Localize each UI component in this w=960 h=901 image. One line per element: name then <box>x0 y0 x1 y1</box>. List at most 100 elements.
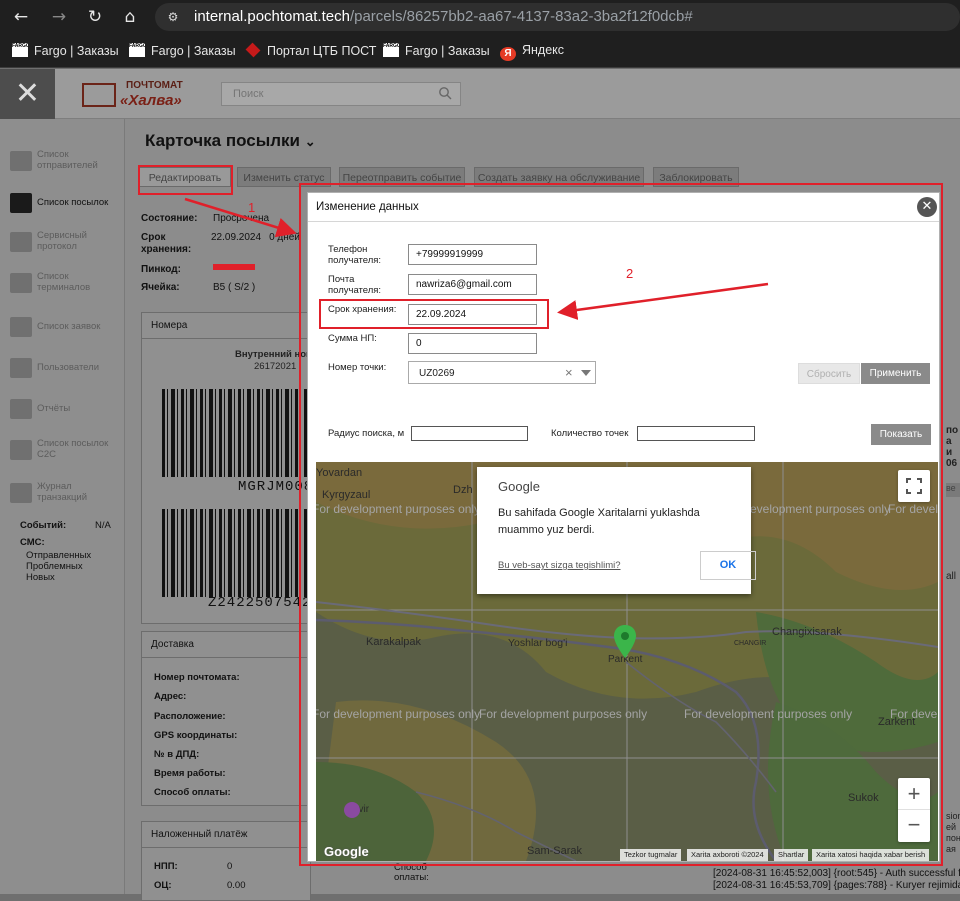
barcode-2 <box>162 509 307 597</box>
storage-row: Срок хранения:22.09.2024 0 дней <box>141 232 300 255</box>
sidebar-item-transactions[interactable]: Журнал транзакций <box>0 475 125 513</box>
logo-box-icon <box>82 83 116 107</box>
page-title[interactable]: Карточка посылки ⌄ <box>145 131 316 151</box>
phone-field[interactable] <box>408 244 537 265</box>
cod-amount-field[interactable] <box>408 333 537 354</box>
address-bar[interactable]: ⚙ internal.pochtomat.tech/parcels/86257b… <box>155 3 960 31</box>
points-count-label: Количество точек <box>551 428 629 439</box>
sms-sent[interactable]: Отправленных <box>26 550 91 561</box>
right-column-all: all <box>946 571 957 582</box>
sidebar-item-requests[interactable]: Список заявок <box>0 309 125 347</box>
search-input[interactable] <box>222 83 422 105</box>
truck-icon <box>10 151 32 171</box>
place-label: Karakalpak <box>366 636 422 648</box>
cube-icon <box>245 42 261 58</box>
bookmark-portal[interactable]: Портал ЦТБ ПОСТ <box>245 42 376 58</box>
fargo-icon: FARGO <box>383 43 399 57</box>
keyboard-shortcuts-link[interactable]: Tezkor tugmalar <box>620 849 682 861</box>
close-icon[interactable]: ✕ <box>917 197 937 217</box>
pin-redacted <box>213 264 255 270</box>
cell-row: Ячейка: B5 ( S/2 ) <box>141 282 256 293</box>
cod-npp-row: НПП: 0 <box>154 861 233 872</box>
sms-problem[interactable]: Проблемных <box>26 561 83 572</box>
log-line-2: [2024-08-31 16:45:53,709] {pages:788} - … <box>713 880 960 891</box>
change-status-button[interactable]: Изменить статус <box>237 167 331 187</box>
point-number-label: Номер точки: <box>328 362 387 373</box>
google-logo: Google <box>324 844 369 859</box>
storage-date-field[interactable] <box>408 304 537 325</box>
google-dialog-title: Google <box>498 479 540 494</box>
right-column-button[interactable]: ве <box>946 483 960 497</box>
place-label: Yovardan <box>316 467 363 479</box>
radius-label: Радиус поиска, м <box>328 428 405 439</box>
pin-row: Пинкод: <box>141 264 255 275</box>
email-field[interactable] <box>408 274 537 295</box>
ok-button[interactable]: OK <box>700 551 756 580</box>
back-icon[interactable]: ← <box>8 4 34 30</box>
map-pin-icon[interactable] <box>613 624 637 660</box>
bookmark-yandex[interactable]: Я Яндекс <box>500 43 564 61</box>
internal-number-value: 26172021 <box>254 361 297 372</box>
cod-panel-title: Наложенный платёж <box>142 822 310 848</box>
forward-icon[interactable]: → <box>46 4 72 30</box>
site-info-icon[interactable]: ⚙ <box>165 9 181 25</box>
reset-button[interactable]: Сбросить <box>798 363 860 384</box>
chevron-down-icon[interactable] <box>581 370 591 376</box>
menu-close-icon[interactable]: ✕ <box>0 69 55 119</box>
create-service-request-button[interactable]: Создать заявку на обслуживание <box>474 167 644 187</box>
sms-new[interactable]: Новых <box>26 572 55 583</box>
show-button[interactable]: Показать <box>871 424 931 445</box>
users-icon <box>10 358 32 378</box>
sidebar-item-terminals[interactable]: Список терминалов <box>0 265 125 303</box>
email-label: Почта получателя: <box>328 274 382 296</box>
sidebar-item-parcels[interactable]: Список посылок <box>0 185 125 223</box>
sidebar-item-users[interactable]: Пользователи <box>0 350 125 388</box>
fullscreen-icon[interactable] <box>898 470 930 502</box>
sidebar-item-senders[interactable]: Список отправителей <box>0 143 125 181</box>
place-label: Sam-Sarak <box>527 845 583 857</box>
apply-button[interactable]: Применить <box>861 363 930 384</box>
point-number-select[interactable]: UZ0269 × <box>408 361 596 384</box>
sidebar-item-parcels-c2c[interactable]: Список посылок C2C <box>0 432 125 470</box>
numbers-panel-title: Номера <box>142 313 310 339</box>
zoom-in-icon[interactable]: + <box>898 778 930 810</box>
search-icon[interactable] <box>438 86 452 100</box>
clear-icon[interactable]: × <box>565 365 573 380</box>
dev-watermark: For development purposes only <box>888 502 938 516</box>
report-error-link[interactable]: Xarita xatosi haqida xabar berish <box>812 849 930 861</box>
points-count-input[interactable] <box>637 426 755 441</box>
numbers-panel: Номера Внутренний номер 26172021 MGRJM00… <box>141 312 324 624</box>
terms-link[interactable]: Shartlar <box>774 849 809 861</box>
place-label: Kyrgyzaul <box>322 489 371 501</box>
dev-watermark: For development purposes only <box>316 502 481 516</box>
sidebar-item-reports[interactable]: Отчёты <box>0 391 125 429</box>
fargo-icon: FARGO <box>12 43 28 57</box>
field-dpd-number: № в ДПД: <box>154 749 200 760</box>
barcode-1 <box>162 389 307 477</box>
resend-event-button[interactable]: Переотправить событие <box>339 167 465 187</box>
home-icon[interactable]: ⌂ <box>117 4 143 30</box>
zoom-out-icon[interactable]: − <box>898 810 930 842</box>
field-terminal-number: Номер почтомата: <box>154 672 240 683</box>
google-map[interactable]: Yovardan Kyrgyzaul Dzh Karakalpak Yoshla… <box>316 462 938 861</box>
document-icon <box>10 399 32 419</box>
google-error-dialog: Google Bu sahifada Google Xaritalarni yu… <box>477 467 756 594</box>
field-working-hours: Время работы: <box>154 768 226 779</box>
browser-toolbar: ← → ↻ ⌂ ⚙ internal.pochtomat.tech/parcel… <box>0 0 960 34</box>
ruble-icon <box>10 483 32 503</box>
bookmark-fargo-2[interactable]: FARGO Fargo | Заказы <box>129 43 236 58</box>
map-data-text: Xarita axboroti ©2024 <box>687 849 768 861</box>
reload-icon[interactable]: ↻ <box>82 4 108 30</box>
point-number-value: UZ0269 <box>419 368 455 379</box>
google-dialog-link[interactable]: Bu veb-sayt sizga tegishlimi? <box>498 560 621 571</box>
radius-input[interactable] <box>411 426 528 441</box>
dev-watermark: For development purposes only <box>316 707 481 721</box>
bookmark-fargo-1[interactable]: FARGO Fargo | Заказы <box>12 43 119 58</box>
place-label: Changixisarak <box>772 626 842 638</box>
edit-button[interactable]: Редактировать <box>139 167 231 187</box>
chevron-down-icon: ⌄ <box>304 134 316 149</box>
sidebar-item-service-protocol[interactable]: Сервисный протокол <box>0 224 125 262</box>
log-line-1: [2024-08-31 16:45:52,003] {root:545} - A… <box>713 868 960 879</box>
bookmark-fargo-3[interactable]: FARGO Fargo | Заказы <box>383 43 490 58</box>
block-button[interactable]: Заблокировать <box>653 167 739 187</box>
